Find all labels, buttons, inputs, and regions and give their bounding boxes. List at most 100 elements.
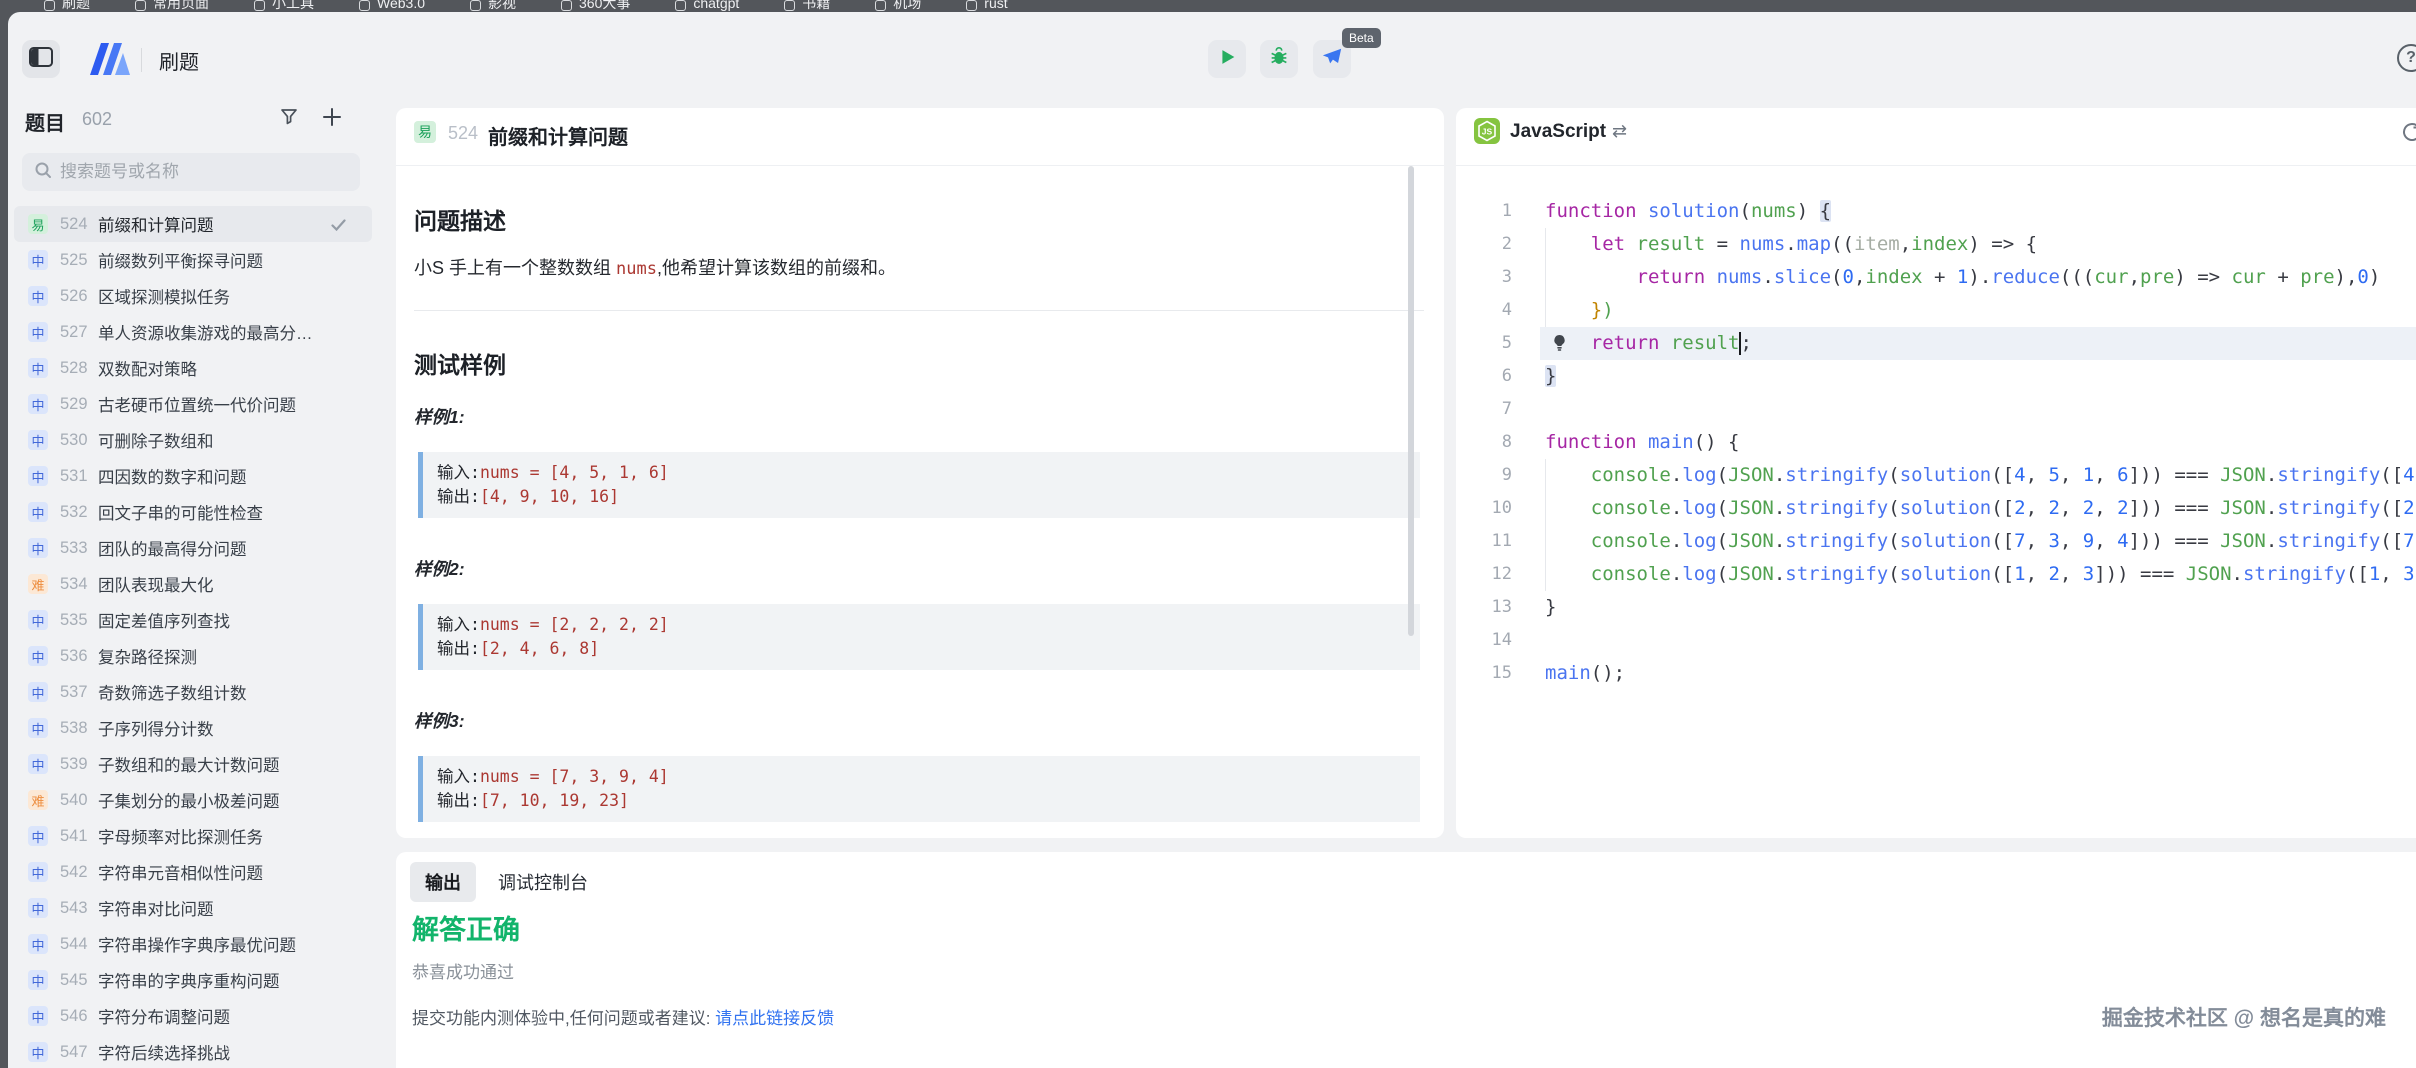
code-line[interactable]: 6}	[1456, 360, 2416, 393]
problem-list-item[interactable]: 难540子集划分的最小极差问题	[14, 782, 372, 818]
bookmark-item[interactable]: Web3.0	[359, 0, 425, 12]
difficulty-badge: 中	[28, 1042, 48, 1062]
problem-list-item[interactable]: 中538子序列得分计数	[14, 710, 372, 746]
line-number: 5	[1456, 327, 1512, 360]
line-number: 1	[1456, 195, 1512, 228]
problem-list-item[interactable]: 中532回文子串的可能性检查	[14, 494, 372, 530]
line-number: 13	[1456, 591, 1512, 624]
favicon-placeholder	[784, 0, 795, 11]
problem-name: 字符串对比问题	[98, 896, 214, 920]
code-line[interactable]: 7	[1456, 393, 2416, 426]
result-status: 解答正确	[412, 908, 520, 947]
problem-list-item[interactable]: 中536复杂路径探测	[14, 638, 372, 674]
problem-list-item[interactable]: 中544字符串操作字典序最优问题	[14, 926, 372, 962]
feedback-link[interactable]: 请点此链接反馈	[715, 1009, 834, 1028]
problem-number: 533	[60, 539, 98, 558]
problem-list-item[interactable]: 中541字母频率对比探测任务	[14, 818, 372, 854]
sidebar-title: 题目	[25, 107, 65, 136]
run-button[interactable]	[1208, 40, 1246, 78]
problem-list-item[interactable]: 中533团队的最高得分问题	[14, 530, 372, 566]
problem-list-item[interactable]: 中530可删除子数组和	[14, 422, 372, 458]
problem-name: 字符串的字典序重构问题	[98, 968, 280, 992]
tab-output[interactable]: 输出	[410, 862, 476, 902]
line-number: 7	[1456, 393, 1512, 426]
problem-list-item[interactable]: 中529古老硬币位置统一代价问题	[14, 386, 372, 422]
play-icon	[1216, 46, 1238, 73]
bookmark-item[interactable]: 刷题	[44, 0, 90, 12]
bookmark-item[interactable]: 小工具	[254, 0, 314, 12]
bookmark-item[interactable]: 常用页面	[135, 0, 209, 12]
bookmark-label: 小工具	[272, 0, 314, 11]
problem-list-item[interactable]: 中537奇数筛选子数组计数	[14, 674, 372, 710]
problem-number: 528	[60, 359, 98, 378]
swap-language-icon[interactable]: ⇄	[1612, 121, 1627, 142]
problem-name: 复杂路径探测	[98, 644, 197, 668]
problem-list-item[interactable]: 易524前缀和计算问题	[14, 206, 372, 242]
code-line[interactable]: 13}	[1456, 591, 2416, 624]
problem-list-item[interactable]: 中545字符串的字典序重构问题	[14, 962, 372, 998]
bookmark-item[interactable]: chatgpt	[675, 0, 739, 12]
bookmark-item[interactable]: 机场	[875, 0, 921, 12]
difficulty-badge: 中	[28, 826, 48, 846]
problem-list-item[interactable]: 中543字符串对比问题	[14, 890, 372, 926]
bookmark-item[interactable]: 360大事	[561, 0, 630, 12]
feedback-text: 提交功能内测体验中,任何问题或者建议: 请点此链接反馈	[412, 1004, 834, 1029]
tab-debug-console[interactable]: 调试控制台	[498, 869, 588, 895]
bookmark-item[interactable]: 影视	[470, 0, 516, 12]
sample-output: 输出:[4, 9, 10, 16]	[437, 485, 1406, 509]
code-line[interactable]: 5 return result;	[1456, 327, 2416, 360]
problem-list-item[interactable]: 中535固定差值序列查找	[14, 602, 372, 638]
code-line[interactable]: 10 console.log(JSON.stringify(solution([…	[1456, 492, 2416, 525]
code-text: console.log(JSON.stringify(solution([7, …	[1545, 525, 2416, 558]
problem-list-item[interactable]: 中528双数配对策略	[14, 350, 372, 386]
code-line[interactable]: 9 console.log(JSON.stringify(solution([4…	[1456, 459, 2416, 492]
problem-number: 543	[60, 899, 98, 918]
problem-number: 531	[60, 467, 98, 486]
problem-list-item[interactable]: 中547字符后续选择挑战	[14, 1034, 372, 1068]
code-line[interactable]: 2 let result = nums.map((item,index) => …	[1456, 228, 2416, 261]
problem-list-item[interactable]: 中525前缀数列平衡探寻问题	[14, 242, 372, 278]
difficulty-badge: 中	[28, 430, 48, 450]
problem-list-item[interactable]: 难534团队表现最大化	[14, 566, 372, 602]
code-line[interactable]: 4 })	[1456, 294, 2416, 327]
problem-list-item[interactable]: 中527单人资源收集游戏的最高分问题	[14, 314, 372, 350]
check-icon	[331, 218, 346, 236]
add-icon[interactable]	[321, 106, 343, 133]
code-editor[interactable]: 1function solution(nums) {2 let result =…	[1456, 174, 2416, 838]
editor-panel[interactable]: JS JavaScript ⇄ 1function solution(nums)…	[1456, 108, 2416, 838]
search-icon	[34, 161, 52, 184]
problem-name: 古老硬币位置统一代价问题	[98, 392, 296, 416]
code-line[interactable]: 12 console.log(JSON.stringify(solution([…	[1456, 558, 2416, 591]
problem-list-item[interactable]: 中546字符分布调整问题	[14, 998, 372, 1034]
bookmark-label: 刷题	[62, 0, 90, 11]
line-number: 9	[1456, 459, 1512, 492]
code-line[interactable]: 15main();	[1456, 657, 2416, 690]
search-input[interactable]	[60, 162, 320, 182]
code-line[interactable]: 1function solution(nums) {	[1456, 195, 2416, 228]
problem-number: 534	[60, 575, 98, 594]
problem-list-item[interactable]: 中526区域探测模拟任务	[14, 278, 372, 314]
problem-title: 前缀和计算问题	[488, 121, 628, 150]
code-line[interactable]: 11 console.log(JSON.stringify(solution([…	[1456, 525, 2416, 558]
debug-button[interactable]	[1260, 40, 1298, 78]
sidebar-toggle-button[interactable]	[22, 40, 60, 78]
code-line[interactable]: 8function main() {	[1456, 426, 2416, 459]
bookmark-item[interactable]: rust	[966, 0, 1007, 12]
problem-list-item[interactable]: 中542字符串元音相似性问题	[14, 854, 372, 890]
problem-name: 团队的最高得分问题	[98, 536, 247, 560]
problem-scrollbar[interactable]	[1408, 166, 1414, 636]
problem-list-item[interactable]: 中531四因数的数字和问题	[14, 458, 372, 494]
problem-list-item[interactable]: 中539子数组和的最大计数问题	[14, 746, 372, 782]
filter-icon[interactable]	[280, 108, 298, 131]
sample-label: 样例3:	[414, 708, 465, 733]
bookmark-item[interactable]: 书籍	[784, 0, 830, 12]
problem-name: 团队表现最大化	[98, 572, 214, 596]
help-icon[interactable]: ?	[2397, 44, 2416, 72]
app-window: 刷题 Beta ? 题目 602 易524前缀和计算问题中525前缀数列平衡探寻…	[8, 12, 2416, 1068]
problem-name: 四因数的数字和问题	[98, 464, 247, 488]
reset-code-icon[interactable]	[2400, 120, 2416, 149]
problem-number: 526	[60, 287, 98, 306]
line-number: 6	[1456, 360, 1512, 393]
code-line[interactable]: 3 return nums.slice(0,index + 1).reduce(…	[1456, 261, 2416, 294]
code-line[interactable]: 14	[1456, 624, 2416, 657]
